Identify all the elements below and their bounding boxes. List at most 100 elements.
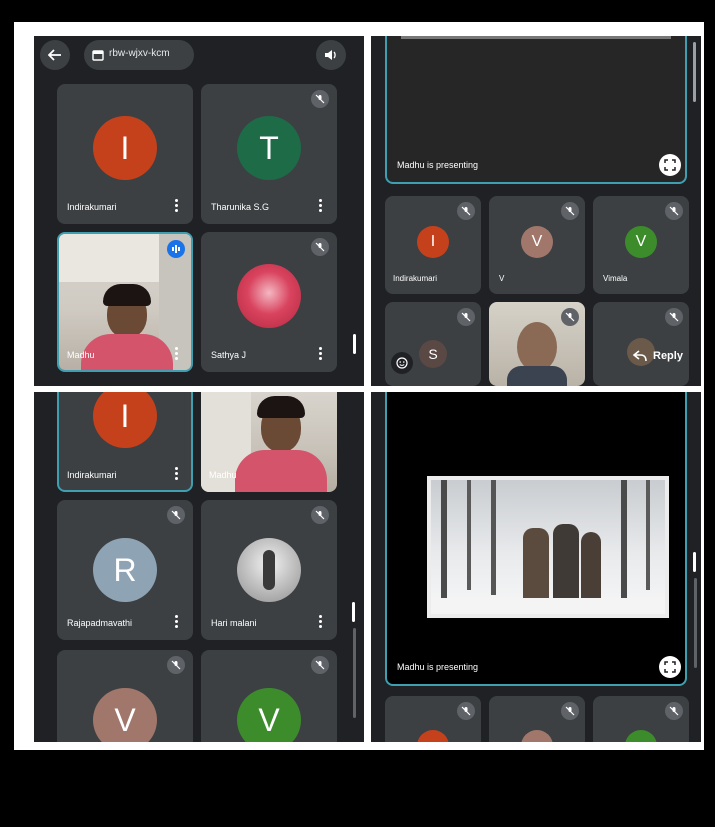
participant-tile[interactable]: V [201, 650, 337, 742]
presentation-area: Madhu is presenting [385, 36, 687, 184]
participant-tile[interactable]: I Indirakumari [57, 392, 193, 492]
participant-tile[interactable] [385, 696, 481, 742]
fullscreen-icon [664, 661, 676, 673]
mic-off-icon [561, 702, 579, 720]
mic-off-icon [665, 308, 683, 326]
back-arrow-icon [48, 49, 61, 61]
avatar-photo [237, 264, 301, 328]
participant-name: Indirakumari [67, 202, 117, 212]
avatar: V [93, 688, 157, 742]
mic-off-icon [561, 308, 579, 326]
scrollbar-track [353, 628, 356, 718]
participant-tile[interactable]: V [57, 650, 193, 742]
reply-button[interactable]: Reply [633, 346, 683, 366]
mic-off-icon [457, 308, 475, 326]
more-options-icon[interactable] [319, 347, 323, 362]
more-options-icon[interactable] [175, 615, 179, 630]
participant-tile[interactable]: S [385, 302, 481, 386]
presentation-area: Madhu is presenting [385, 392, 687, 686]
more-options-icon[interactable] [175, 199, 179, 214]
divider-horizontal [14, 386, 704, 392]
mic-off-icon [311, 238, 329, 256]
mic-off-icon [457, 702, 475, 720]
participant-name: Sathya J [211, 350, 247, 360]
mic-off-icon [665, 202, 683, 220]
add-reaction-icon [396, 357, 408, 369]
participant-tile[interactable] [489, 696, 585, 742]
avatar: I [417, 226, 449, 258]
participant-tile[interactable]: Sathya J [201, 232, 337, 372]
avatar: T [237, 116, 301, 180]
more-options-icon[interactable] [319, 615, 323, 630]
presenting-label: Madhu is presenting [397, 160, 479, 170]
meet-panel-bottom-left: I Indirakumari Madhu R Rajapadmavathi Ha… [34, 392, 364, 742]
participant-tile[interactable]: I Indirakumari [385, 196, 481, 294]
participant-tile[interactable]: R Rajapadmavathi [57, 500, 193, 640]
presenting-label: Madhu is presenting [397, 662, 479, 672]
participant-tile[interactable] [593, 696, 689, 742]
participant-name: Indirakumari [67, 470, 117, 480]
mic-off-icon [561, 202, 579, 220]
more-options-icon[interactable] [175, 347, 179, 362]
speaker-button[interactable] [316, 40, 346, 70]
avatar [521, 730, 553, 742]
mic-off-icon [311, 90, 329, 108]
participant-tile-video[interactable]: Madhu [57, 232, 193, 372]
meet-panel-bottom-right: Madhu is presenting [371, 392, 701, 742]
speaking-indicator-icon [167, 240, 185, 258]
fullscreen-button[interactable] [659, 154, 681, 176]
avatar: I [93, 116, 157, 180]
participant-name: Madhu [67, 350, 95, 360]
mic-off-icon [311, 506, 329, 524]
participant-tile-video[interactable]: Madhu [201, 392, 337, 492]
participant-tile[interactable] [593, 302, 689, 386]
participant-tile-video[interactable] [489, 302, 585, 386]
meeting-code: rbw-wjxv-kcm [109, 48, 170, 59]
scrollbar[interactable] [693, 552, 696, 572]
reply-arrow-icon [633, 350, 647, 362]
participant-name: Madhu [209, 470, 237, 480]
mic-off-icon [665, 702, 683, 720]
scrollbar[interactable] [353, 334, 356, 354]
participant-name: Tharunika S.G [211, 202, 270, 212]
more-options-icon[interactable] [319, 199, 323, 214]
screenshot-collage: rbw-wjxv-kcm I Indirakumari T Tharunika … [14, 22, 704, 750]
participant-name: Hari malani [211, 618, 257, 628]
mic-off-icon [311, 656, 329, 674]
avatar: V [237, 688, 301, 742]
scrollbar-track [694, 578, 697, 668]
more-options-icon[interactable] [175, 467, 179, 482]
mic-off-icon [457, 202, 475, 220]
meet-panel-top-right: Madhu is presenting I Indirakumari V V V… [371, 36, 701, 386]
reply-label: Reply [653, 350, 683, 362]
participant-name: V [499, 274, 505, 283]
back-button[interactable] [40, 40, 70, 70]
participant-name: Indirakumari [393, 274, 438, 283]
mic-off-icon [167, 506, 185, 524]
avatar: R [93, 538, 157, 602]
scrollbar[interactable] [693, 42, 696, 102]
calendar-icon [92, 50, 104, 61]
avatar [417, 730, 449, 742]
fullscreen-icon [664, 159, 676, 171]
meeting-code-chip[interactable]: rbw-wjxv-kcm [84, 40, 194, 70]
shared-slide-image [427, 476, 669, 618]
participant-tile[interactable]: T Tharunika S.G [201, 84, 337, 224]
emoji-reaction-button[interactable] [391, 352, 413, 374]
participant-tile[interactable]: V Vimala [593, 196, 689, 294]
avatar-photo [237, 538, 301, 602]
mic-off-icon [167, 656, 185, 674]
avatar: V [521, 226, 553, 258]
participant-tile[interactable]: I Indirakumari [57, 84, 193, 224]
participant-name: Vimala [603, 274, 628, 283]
avatar [625, 730, 657, 742]
participant-name: Rajapadmavathi [67, 618, 133, 628]
participant-tile[interactable]: V V [489, 196, 585, 294]
meet-panel-top-left: rbw-wjxv-kcm I Indirakumari T Tharunika … [34, 36, 364, 386]
fullscreen-button[interactable] [659, 656, 681, 678]
speaker-icon [325, 50, 336, 60]
scrollbar[interactable] [352, 602, 355, 622]
avatar: S [419, 340, 447, 368]
participant-tile[interactable]: Hari malani [201, 500, 337, 640]
avatar: V [625, 226, 657, 258]
